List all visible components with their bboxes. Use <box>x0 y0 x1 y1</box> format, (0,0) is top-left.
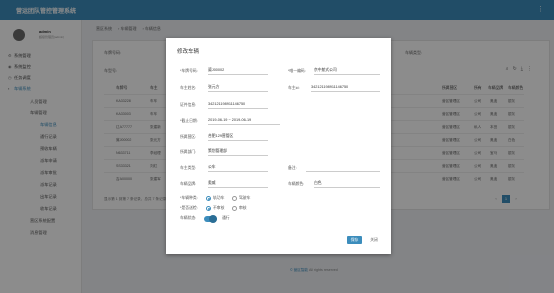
check-option-2: 审核 <box>239 206 247 210</box>
dialog-title: 修改车辆 <box>177 49 200 55</box>
nature-option-1: 轨功车 <box>213 196 225 200</box>
nature-option-2: 驾驶车 <box>239 196 251 200</box>
save-button[interactable]: 保存 <box>347 236 362 244</box>
camp-label: 所属营区: <box>180 135 197 139</box>
date-label: *截止日期: <box>180 119 198 123</box>
nature-radio-2[interactable] <box>232 196 237 201</box>
check-radio-2[interactable] <box>232 206 237 211</box>
owner-label: 车主姓名: <box>180 86 197 90</box>
plate-label: *车牌号码: <box>180 69 198 73</box>
plate-input[interactable]: 冀J00002 <box>208 66 268 75</box>
dept-select[interactable]: 策划管理部 <box>208 147 268 156</box>
status-value: 通行 <box>222 216 230 220</box>
nature-radio-1[interactable] <box>206 196 211 201</box>
brand-label: 车辆品牌: <box>180 182 197 186</box>
edit-vehicle-dialog: 修改车辆 *车牌号码: 冀J00002 *唯一编码: 京中航式公司 车主姓名: … <box>166 38 391 254</box>
idcard-label: 证件信息: <box>180 103 197 107</box>
idcard-input[interactable]: 342121198911146750 <box>208 100 268 109</box>
type-select[interactable]: 公车 <box>208 163 268 172</box>
check-label: *是否送检: <box>180 206 198 210</box>
camp-select[interactable]: 合肥129营管区 <box>208 132 268 141</box>
status-toggle[interactable] <box>204 215 217 223</box>
owner-id-label: 车主id: <box>288 86 300 90</box>
type-label: 车主类型: <box>180 166 197 170</box>
remark-label: 备注: <box>288 166 297 170</box>
check-radio-1[interactable] <box>206 206 211 211</box>
owner-id-input[interactable]: 342121198911146750 <box>311 83 380 92</box>
owner-input[interactable]: 张元方 <box>208 83 268 92</box>
color-label: 车辆颜色: <box>288 182 305 186</box>
status-label: 车辆状态: <box>180 216 197 220</box>
date-range-input[interactable]: 2019-06-19 ~ 2019-06-19 <box>208 116 280 125</box>
nature-label: *车辆种类: <box>180 196 198 200</box>
code-label: *唯一编码: <box>288 69 306 73</box>
code-input[interactable]: 京中航式公司 <box>314 66 380 75</box>
brand-input[interactable]: 奥威 <box>208 179 268 188</box>
check-option-1: 不审核 <box>213 206 225 210</box>
color-input[interactable]: 白色 <box>314 179 380 188</box>
remark-input[interactable] <box>306 163 380 172</box>
close-button[interactable]: 关闭 <box>367 236 381 244</box>
dept-label: 所属部门: <box>180 150 197 154</box>
